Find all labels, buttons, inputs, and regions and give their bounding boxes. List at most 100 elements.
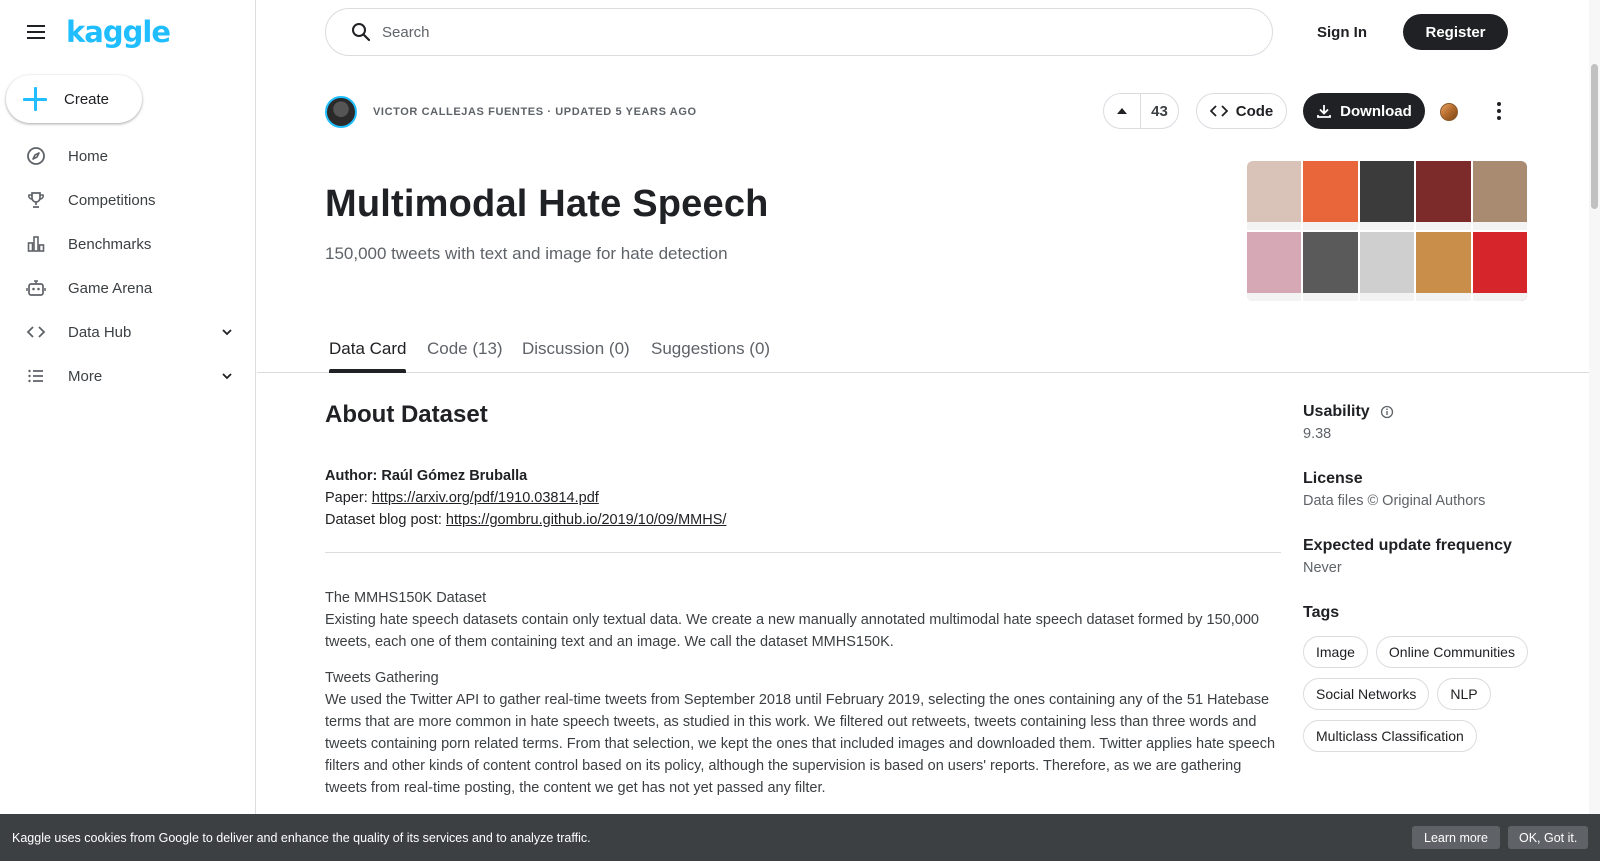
code-icon xyxy=(1209,105,1228,117)
blog-link[interactable]: https://gombru.github.io/2019/10/09/MMHS… xyxy=(446,512,727,528)
search-input[interactable] xyxy=(382,23,1262,41)
sidebar-item-label: Data Hub xyxy=(68,323,132,341)
description-section: The MMHS150K Dataset Existing hate speec… xyxy=(325,587,1281,653)
chevron-down-icon[interactable] xyxy=(217,322,237,342)
code-button-label: Code xyxy=(1235,102,1274,120)
sign-in-button[interactable]: Sign In xyxy=(1301,14,1383,50)
thumbnail-tile xyxy=(1359,161,1415,230)
tag-chip[interactable]: Image xyxy=(1303,636,1368,668)
sidebar-item-data-hub[interactable]: Data Hub xyxy=(0,310,255,354)
cookie-banner: Kaggle uses cookies from Google to deliv… xyxy=(0,814,1600,861)
tab-data-card[interactable]: Data Card xyxy=(329,325,407,373)
thumbnail-tile xyxy=(1303,232,1359,301)
sidebar-nav: Home Competitions Benchmarks Game Arena … xyxy=(0,134,255,398)
tag-chip[interactable]: Social Networks xyxy=(1303,678,1430,710)
description-section: Tweets Gathering We used the Twitter API… xyxy=(325,667,1281,799)
license-value: Data files © Original Authors xyxy=(1303,493,1486,509)
sidebar-item-game-arena[interactable]: Game Arena xyxy=(0,266,255,310)
blog-prefix: Dataset blog post: xyxy=(325,512,446,528)
license-section: License Data files © Original Authors xyxy=(1303,468,1563,513)
download-button[interactable]: Download xyxy=(1303,93,1425,129)
accept-cookies-button[interactable]: OK, Got it. xyxy=(1508,826,1589,849)
vote-count[interactable]: 43 xyxy=(1141,103,1178,120)
thumbnail-tile xyxy=(1247,232,1302,301)
top-bar: Sign In Register xyxy=(257,0,1600,64)
create-label: Create xyxy=(64,90,110,108)
learn-more-button[interactable]: Learn more xyxy=(1412,826,1500,849)
sidebar-item-home[interactable]: Home xyxy=(0,134,255,178)
search-icon xyxy=(352,23,371,42)
brand: kaggle xyxy=(24,16,171,48)
dataset-meta: Author: Raúl Gómez Bruballa Paper: https… xyxy=(325,465,1281,531)
sidebar-item-label: Benchmarks xyxy=(68,235,152,253)
menu-icon[interactable] xyxy=(24,20,48,44)
scrollbar[interactable] xyxy=(1589,0,1600,861)
chevron-down-icon[interactable] xyxy=(217,366,237,386)
scrollbar-thumb[interactable] xyxy=(1591,64,1598,209)
bronze-medal-icon[interactable] xyxy=(1440,103,1458,121)
robot-icon xyxy=(24,276,48,300)
thumbnail-tile xyxy=(1472,161,1527,230)
metadata-sidebar: Usability 9.38 License Data files © Orig… xyxy=(1303,401,1563,752)
section-title: Tweets Gathering xyxy=(325,670,439,686)
page-subtitle: 150,000 tweets with text and image for h… xyxy=(325,244,728,263)
section-body: We used the Twitter API to gather real-t… xyxy=(325,692,1276,796)
sidebar-item-label: Competitions xyxy=(68,191,156,209)
update-frequency-value: Never xyxy=(1303,560,1342,576)
tags-section: Tags Image Online Communities Social Net… xyxy=(1303,602,1563,752)
more-options-icon[interactable] xyxy=(1485,97,1513,125)
create-button[interactable]: Create xyxy=(6,75,142,123)
sidebar-item-competitions[interactable]: Competitions xyxy=(0,178,255,222)
tag-list: Image Online Communities Social Networks… xyxy=(1303,636,1543,752)
register-button[interactable]: Register xyxy=(1403,14,1508,50)
tags-label: Tags xyxy=(1303,604,1340,621)
usability-section: Usability 9.38 xyxy=(1303,401,1563,446)
bar-chart-icon xyxy=(24,232,48,256)
download-icon xyxy=(1317,105,1332,118)
sidebar-item-more[interactable]: More xyxy=(0,354,255,398)
sidebar-item-benchmarks[interactable]: Benchmarks xyxy=(0,222,255,266)
tab-bar: Data Card Code (13) Discussion (0) Sugge… xyxy=(257,325,1592,373)
tab-discussion[interactable]: Discussion (0) xyxy=(522,325,630,373)
dataset-thumbnail xyxy=(1247,161,1527,301)
paper-link[interactable]: https://arxiv.org/pdf/1910.03814.pdf xyxy=(372,490,599,506)
update-frequency-label: Expected update frequency xyxy=(1303,537,1512,554)
license-label: License xyxy=(1303,470,1363,487)
info-icon[interactable] xyxy=(1380,405,1394,419)
section-body: Existing hate speech datasets contain on… xyxy=(325,612,1259,650)
tab-code[interactable]: Code (13) xyxy=(427,325,503,373)
dataset-owner: VICTOR CALLEJAS FUENTES · UPDATED 5 YEAR… xyxy=(325,96,697,128)
sidebar-item-label: Home xyxy=(68,147,109,165)
upvote-button[interactable] xyxy=(1104,94,1141,128)
cookie-text: Kaggle uses cookies from Google to deliv… xyxy=(12,830,591,845)
search-bar[interactable] xyxy=(325,8,1273,56)
thumbnail-tile xyxy=(1416,161,1472,230)
tag-chip[interactable]: NLP xyxy=(1437,678,1491,710)
main-content: Sign In Register VICTOR CALLEJAS FUENTES… xyxy=(257,0,1600,861)
download-button-label: Download xyxy=(1340,102,1412,120)
thumbnail-tile xyxy=(1359,232,1415,301)
sidebar: kaggle Create Home Competitions Benchmar… xyxy=(0,0,256,861)
vote-group: 43 xyxy=(1103,93,1179,129)
section-title: The MMHS150K Dataset xyxy=(325,590,487,606)
plus-icon xyxy=(22,86,48,112)
page-title: Multimodal Hate Speech xyxy=(325,183,769,225)
thumbnail-tile xyxy=(1303,161,1359,230)
thumbnail-tile xyxy=(1247,161,1302,230)
thumbnail-tile xyxy=(1416,232,1472,301)
owner-line[interactable]: VICTOR CALLEJAS FUENTES · UPDATED 5 YEAR… xyxy=(373,106,697,118)
tag-chip[interactable]: Multiclass Classification xyxy=(1303,720,1477,752)
sidebar-item-label: Game Arena xyxy=(68,279,153,297)
compass-icon xyxy=(24,144,48,168)
tag-chip[interactable]: Online Communities xyxy=(1375,636,1528,668)
about-heading: About Dataset xyxy=(325,401,488,428)
kaggle-logo[interactable]: kaggle xyxy=(66,16,171,48)
sidebar-item-label: More xyxy=(68,367,103,385)
code-brackets-icon xyxy=(24,320,48,344)
avatar[interactable] xyxy=(325,96,357,128)
code-button[interactable]: Code xyxy=(1196,93,1287,129)
paper-prefix: Paper: xyxy=(325,490,372,506)
caret-up-icon xyxy=(1117,108,1127,114)
tab-suggestions[interactable]: Suggestions (0) xyxy=(651,325,770,373)
author-line: Author: Raúl Gómez Bruballa xyxy=(325,468,528,484)
